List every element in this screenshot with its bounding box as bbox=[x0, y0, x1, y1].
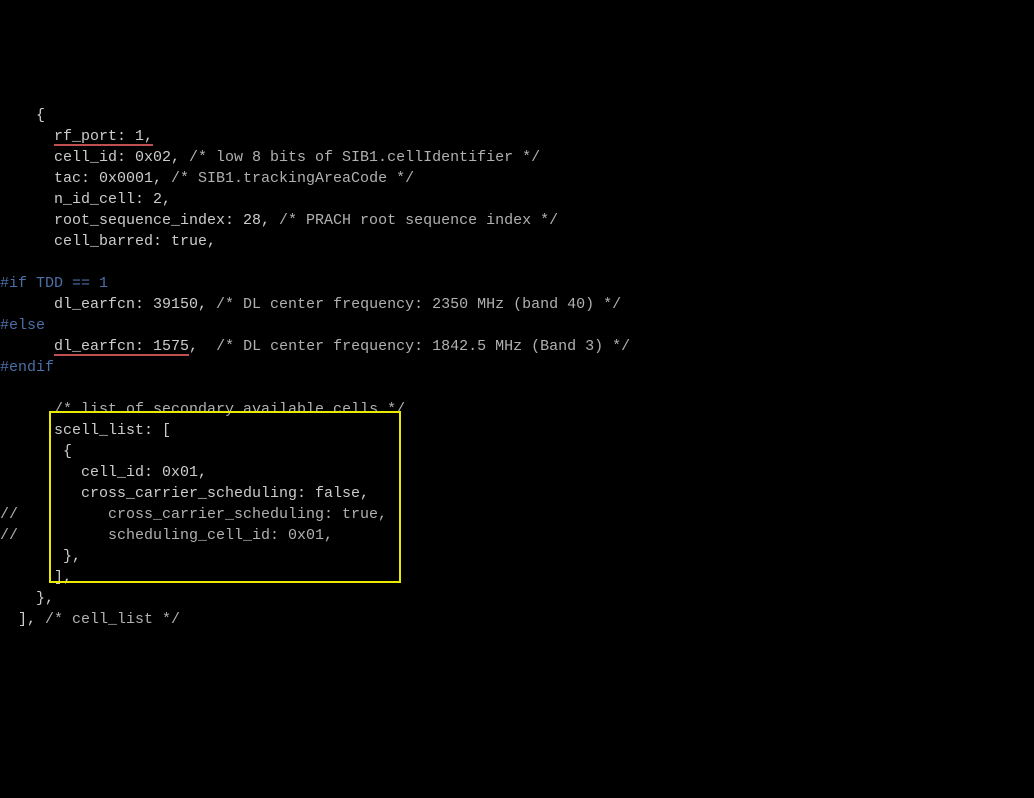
line-07: cell_barred: true, bbox=[0, 233, 216, 250]
dl-earfcn-prop: dl_earfcn: 1575 bbox=[54, 339, 189, 356]
line-10-comment: /* DL center frequency: 2350 MHz (band 4… bbox=[216, 296, 621, 313]
line-24: }, bbox=[0, 590, 54, 607]
line-15-indent bbox=[0, 401, 54, 418]
line-12-indent bbox=[0, 338, 54, 355]
line-17: { bbox=[0, 443, 72, 460]
line-06-comment: /* PRACH root sequence index */ bbox=[279, 212, 558, 229]
line-04-comment: /* SIB1.trackingAreaCode */ bbox=[171, 170, 414, 187]
line-03-comment: /* low 8 bits of SIB1.cellIdentifier */ bbox=[189, 149, 540, 166]
line-12-comma: , bbox=[189, 338, 216, 355]
line-21-commented: // scheduling_cell_id: 0x01, bbox=[0, 527, 333, 544]
line-15-comment: /* list of secondary available cells */ bbox=[54, 401, 405, 418]
line-19: cross_carrier_scheduling: false, bbox=[0, 485, 369, 502]
line-05: n_id_cell: 2, bbox=[0, 191, 171, 208]
preproc-endif: #endif bbox=[0, 359, 54, 376]
line-10-code: dl_earfcn: 39150, bbox=[0, 296, 216, 313]
line-25-code: ], bbox=[0, 611, 45, 628]
preproc-else: #else bbox=[0, 317, 45, 334]
line-20-commented: // cross_carrier_scheduling: true, bbox=[0, 506, 387, 523]
line-25-comment: /* cell_list */ bbox=[45, 611, 180, 628]
line-18: cell_id: 0x01, bbox=[0, 464, 207, 481]
preproc-if: #if TDD == 1 bbox=[0, 275, 108, 292]
rf-port-prop: rf_port: 1, bbox=[54, 129, 153, 146]
line-22: }, bbox=[0, 548, 81, 565]
line-23: ], bbox=[0, 569, 72, 586]
line-12-comment: /* DL center frequency: 1842.5 MHz (Band… bbox=[216, 338, 630, 355]
line-03-code: cell_id: 0x02, bbox=[0, 149, 189, 166]
line-06-code: root_sequence_index: 28, bbox=[0, 212, 279, 229]
line-02-indent bbox=[0, 128, 54, 145]
line-04-code: tac: 0x0001, bbox=[0, 170, 171, 187]
line-01: { bbox=[0, 107, 45, 124]
line-16: scell_list: [ bbox=[0, 422, 171, 439]
code-block: { rf_port: 1, cell_id: 0x02, /* low 8 bi… bbox=[0, 105, 1034, 630]
